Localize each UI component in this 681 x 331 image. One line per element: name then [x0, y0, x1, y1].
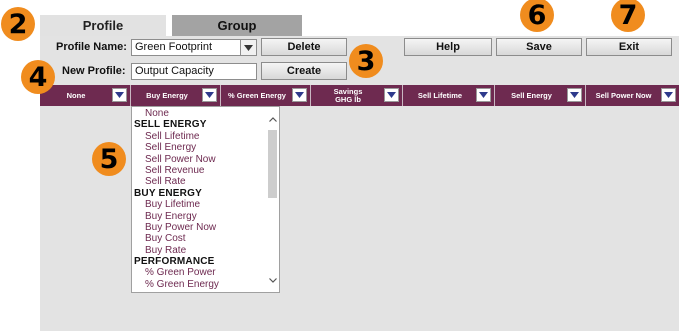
dropdown-group-heading: BUY ENERGY [134, 187, 202, 199]
new-profile-input[interactable]: Output Capacity [131, 63, 257, 80]
column-header-label-group: Savings GHG lb [311, 85, 385, 106]
dropdown-scrollbar[interactable] [266, 107, 279, 292]
column-header-label: Sell Lifetime [417, 90, 463, 100]
column-header-bar: None Buy Energy % Green Energy Savings G… [40, 85, 679, 106]
callout-badge: 3 [349, 44, 383, 78]
callout-badge: 6 [520, 0, 554, 32]
column-header: Buy Energy [131, 85, 221, 106]
profile-name-value: Green Footprint [135, 41, 213, 53]
column-header-label: Sell Energy [511, 90, 552, 100]
scroll-up-arrow-icon[interactable] [266, 113, 279, 125]
dropdown-option[interactable]: Sell Power Now [132, 154, 267, 165]
dropdown-option[interactable]: None [132, 108, 267, 119]
dropdown-options: None SELL ENERGY Sell Lifetime Sell Ener… [132, 108, 267, 290]
column-header-label: Sell Power Now [595, 90, 652, 100]
column-header: None [40, 85, 131, 106]
column-header: Sell Lifetime [403, 85, 495, 106]
delete-button[interactable]: Delete [261, 38, 347, 56]
chevron-down-icon[interactable] [384, 88, 399, 102]
column-header: Sell Energy [495, 85, 586, 106]
save-button[interactable]: Save [496, 38, 582, 56]
create-button[interactable]: Create [261, 62, 347, 80]
dropdown-option[interactable]: Buy Energy [132, 211, 267, 222]
dropdown-group-heading: SELL ENERGY [134, 119, 207, 131]
chevron-down-icon[interactable] [202, 88, 217, 102]
chevron-down-icon[interactable] [292, 88, 307, 102]
chevron-down-icon[interactable] [112, 88, 127, 102]
callout-badge: 5 [92, 142, 126, 176]
column-header: Savings GHG lb [311, 85, 403, 106]
column-header: Sell Power Now [586, 85, 679, 106]
dropdown-option[interactable]: Buy Rate [132, 245, 267, 256]
exit-button[interactable]: Exit [586, 38, 672, 56]
tab-group-label: Group [217, 18, 257, 33]
tab-profile-label: Profile [82, 18, 124, 33]
chevron-down-icon[interactable] [240, 40, 256, 55]
dropdown-option[interactable]: Sell Rate [132, 176, 267, 187]
dropdown-option[interactable]: Sell Revenue [132, 165, 267, 176]
column-dropdown-list[interactable]: None SELL ENERGY Sell Lifetime Sell Ener… [131, 106, 280, 293]
scroll-down-arrow-icon[interactable] [266, 274, 279, 286]
column-header: % Green Energy [221, 85, 311, 106]
callout-badge: 7 [611, 0, 645, 32]
chevron-down-icon[interactable] [567, 88, 582, 102]
dropdown-option[interactable]: Buy Power Now [132, 222, 267, 233]
dropdown-option[interactable]: % Green Energy [132, 279, 267, 290]
callout-badge: 2 [1, 7, 35, 41]
column-header-label: % Green Energy [228, 90, 286, 100]
column-header-label: Buy Energy [146, 90, 188, 100]
new-profile-label: New Profile: [62, 65, 126, 77]
scrollbar-thumb[interactable] [268, 130, 277, 198]
tab-profile[interactable]: Profile [40, 15, 166, 36]
dropdown-group-heading: PERFORMANCE [134, 256, 215, 268]
profile-name-select[interactable]: Green Footprint [131, 39, 257, 56]
dropdown-option[interactable]: Buy Lifetime [132, 199, 267, 210]
dropdown-option[interactable]: % Green Power [132, 267, 267, 278]
column-header-label: GHG lb [335, 94, 361, 104]
tab-group[interactable]: Group [172, 15, 302, 36]
profile-name-label: Profile Name: [56, 41, 127, 53]
help-button[interactable]: Help [404, 38, 492, 56]
dropdown-option[interactable]: Sell Energy [132, 142, 267, 153]
chevron-down-icon[interactable] [661, 88, 676, 102]
dropdown-option[interactable]: Sell Lifetime [132, 131, 267, 142]
chevron-down-icon[interactable] [476, 88, 491, 102]
dropdown-option[interactable]: Buy Cost [132, 233, 267, 244]
callout-badge: 4 [21, 60, 55, 94]
